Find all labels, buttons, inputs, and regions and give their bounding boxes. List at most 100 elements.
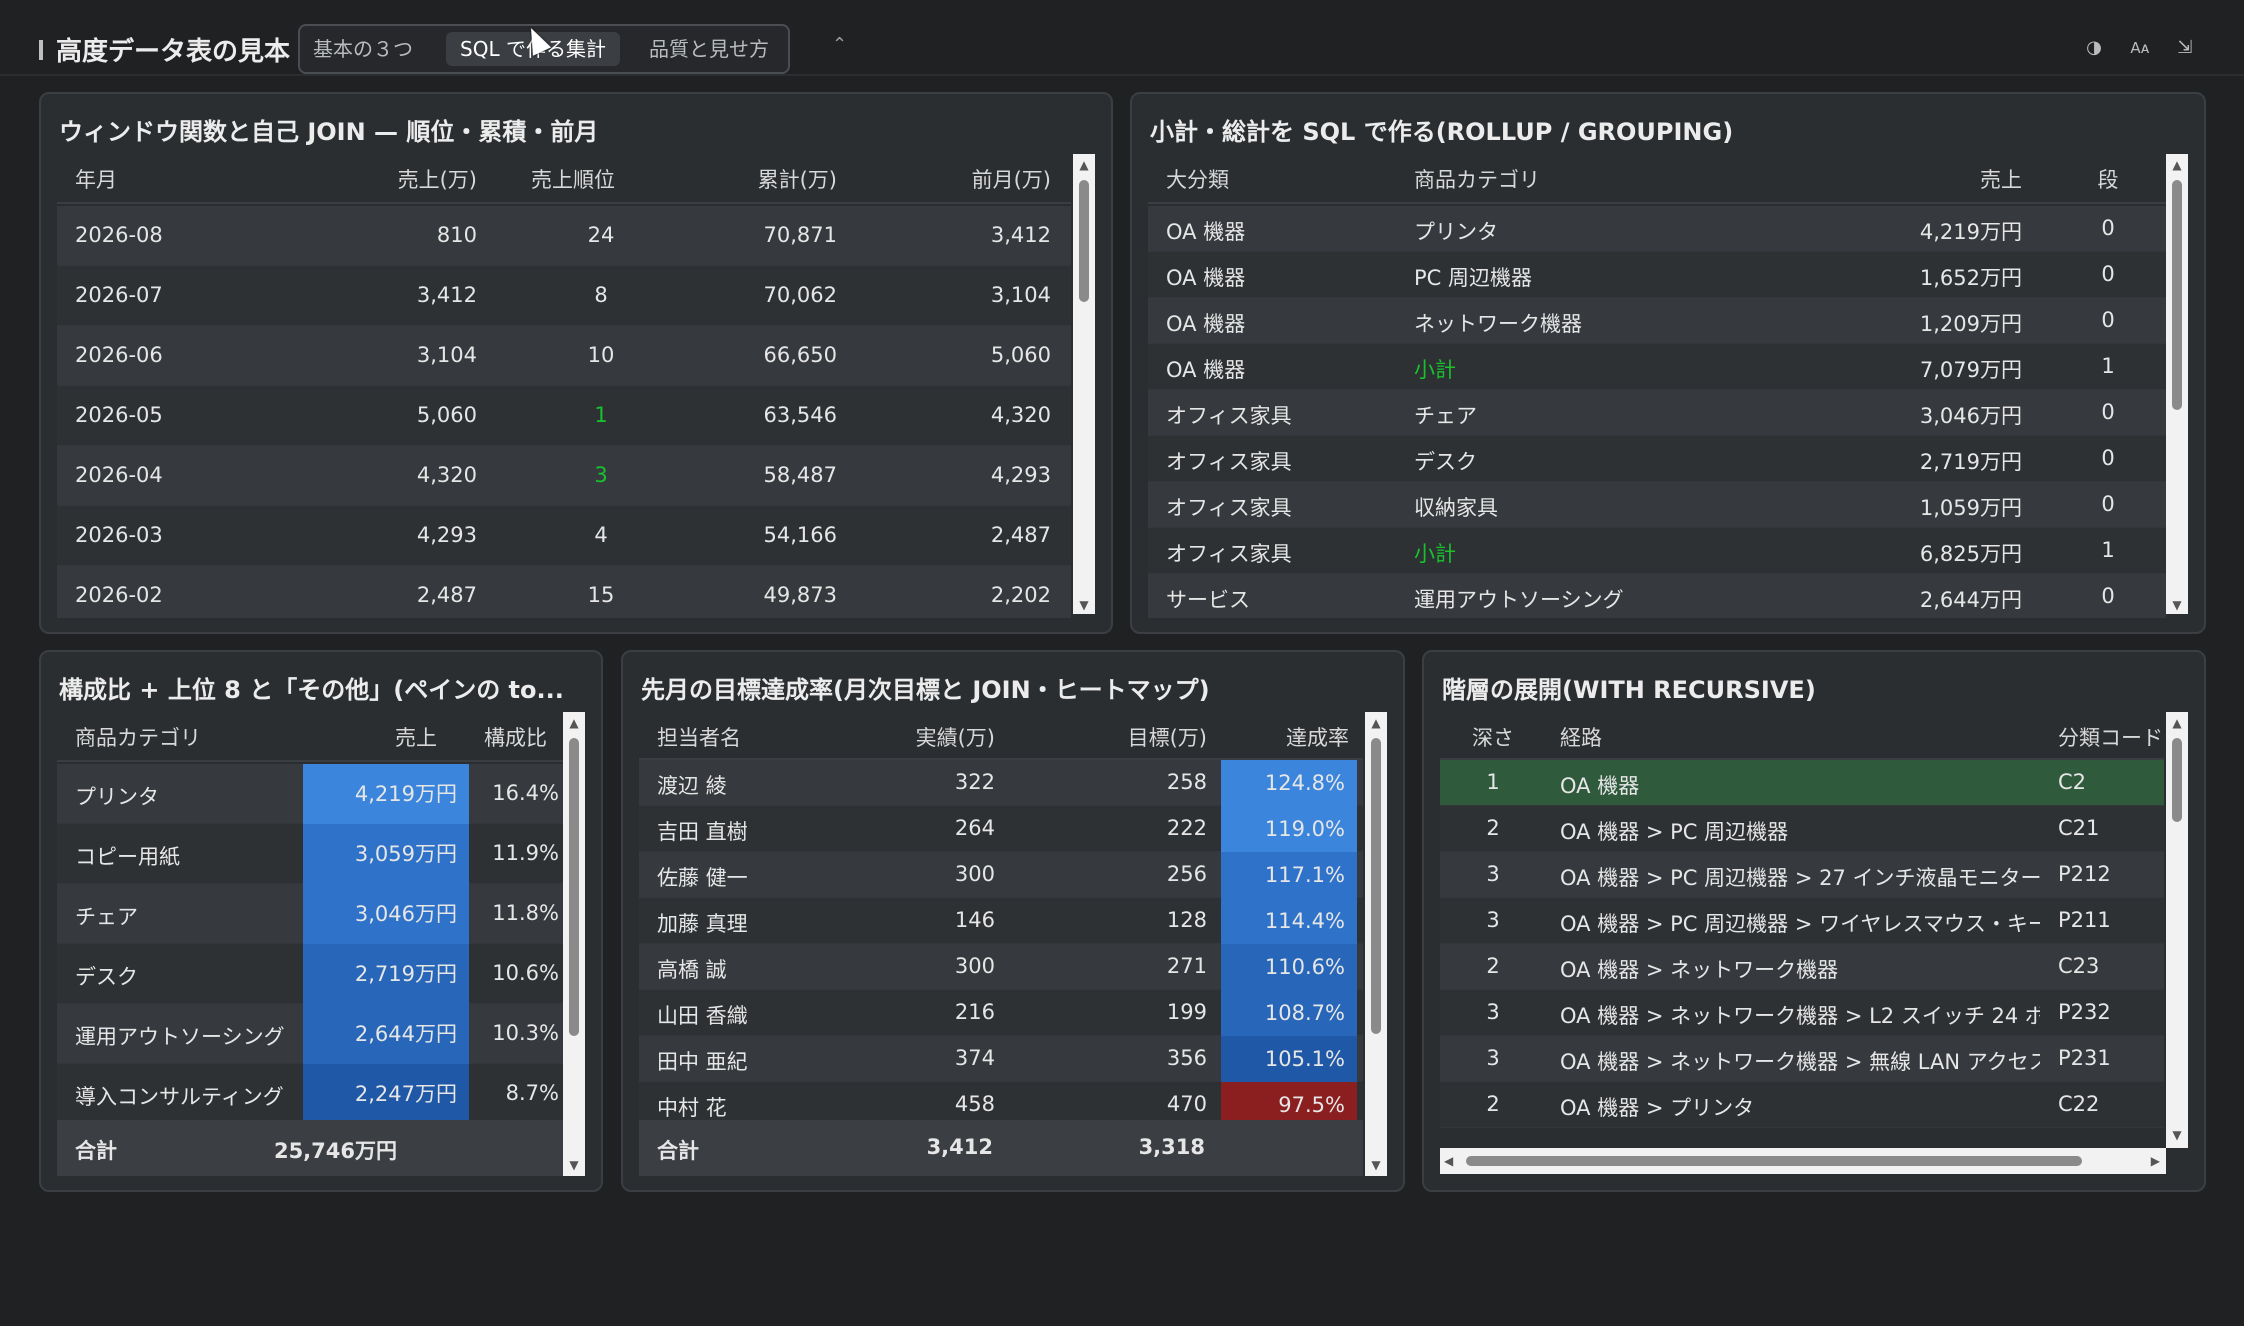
contrast-icon[interactable]: ◑ (2083, 37, 2105, 59)
scroll-up-icon[interactable]: ▲ (2170, 158, 2184, 172)
table-cell: 3,412 (990, 223, 1051, 247)
col-header[interactable]: 経路 (1560, 722, 1760, 752)
scroll-down-icon[interactable]: ▼ (2170, 1128, 2184, 1142)
scroll-right-icon[interactable]: ▶ (2151, 1154, 2160, 1168)
col-header[interactable]: 売上 (317, 722, 437, 752)
col-header[interactable]: 担当者名 (657, 722, 817, 752)
table-row[interactable]: オフィス家具 デスク 2,719万円 0 (1148, 436, 2166, 482)
col-header[interactable]: 商品カテゴリ (75, 722, 275, 752)
col-header[interactable]: 深さ (1458, 722, 1528, 752)
table-row[interactable]: 中村 花 458 470 97.5% (639, 1082, 1363, 1120)
col-header[interactable]: 段 (2078, 164, 2138, 194)
col-header[interactable]: 商品カテゴリ (1414, 164, 1654, 194)
vertical-scrollbar[interactable]: ▲ ▼ (2166, 712, 2188, 1148)
table-cell: チェア (1414, 404, 1477, 428)
table-row[interactable]: OA 機器 小計 7,079万円 1 (1148, 344, 2166, 390)
table-cell: 2026-03 (75, 523, 163, 547)
table-cell: OA 機器 > プリンタ (1560, 1096, 1755, 1120)
table-row[interactable]: 加藤 真理 146 128 114.4% (639, 898, 1363, 944)
table-row[interactable]: 3 OA 機器 > ネットワーク機器 > 無線 LAN アクセスポ... P231 (1440, 1036, 2164, 1082)
scroll-up-icon[interactable]: ▲ (567, 716, 581, 730)
scroll-down-icon[interactable]: ▼ (567, 1158, 581, 1172)
table-row[interactable]: 佐藤 健一 300 256 117.1% (639, 852, 1363, 898)
scroll-thumb[interactable] (2172, 180, 2182, 410)
col-header[interactable]: 分類コード (2058, 722, 2164, 752)
table-row[interactable]: 吉田 直樹 264 222 119.0% (639, 806, 1363, 852)
table-row[interactable]: 2026-06 3,104 10 66,650 5,060 (57, 326, 1071, 386)
tab-quality[interactable]: 品質と見せ方 (632, 32, 786, 66)
table-row[interactable]: OA 機器 ネットワーク機器 1,209万円 0 (1148, 298, 2166, 344)
scroll-up-icon[interactable]: ▲ (2170, 716, 2184, 730)
table-row[interactable]: 2026-07 3,412 8 70,062 3,104 (57, 266, 1071, 326)
col-header[interactable]: 累計(万) (697, 164, 837, 194)
col-header[interactable]: 年月 (75, 164, 195, 194)
table-row[interactable]: プリンタ 4,219万円 16.4% (57, 764, 563, 824)
table-row[interactable]: デスク 2,719万円 10.6% (57, 944, 563, 1004)
scroll-thumb[interactable] (1079, 180, 1089, 302)
col-header[interactable]: 達成率 (1229, 722, 1349, 752)
vertical-scrollbar[interactable]: ▲ ▼ (1365, 712, 1387, 1176)
collapse-icon[interactable]: ⇲ (2174, 37, 2196, 59)
table-row[interactable]: 2026-08 810 24 70,871 3,412 (57, 206, 1071, 266)
table-row[interactable]: 3 OA 機器 > PC 周辺機器 > 27 インチ液晶モニター P212 (1440, 852, 2164, 898)
tab-basics[interactable]: 基本の３つ (308, 32, 418, 66)
table-row[interactable]: オフィス家具 チェア 3,046万円 0 (1148, 390, 2166, 436)
col-header[interactable]: 売上(万) (277, 164, 477, 194)
scroll-down-icon[interactable]: ▼ (1369, 1158, 1383, 1172)
table-row[interactable]: 2026-02 2,487 15 49,873 2,202 (57, 566, 1071, 618)
table-row[interactable]: 導入コンサルティング 2,247万円 8.7% (57, 1064, 563, 1124)
scroll-thumb[interactable] (1371, 738, 1381, 1034)
table-row[interactable]: OA 機器 プリンタ 4,219万円 0 (1148, 206, 2166, 252)
col-header[interactable]: 実績(万) (839, 722, 995, 752)
table-cell: 199 (1166, 1000, 1207, 1024)
table-row[interactable]: チェア 3,046万円 11.8% (57, 884, 563, 944)
horizontal-scrollbar[interactable]: ◀ ▶ (1440, 1148, 2166, 1174)
vertical-scrollbar[interactable]: ▲ ▼ (1073, 154, 1095, 614)
table-row[interactable]: 山田 香織 216 199 108.7% (639, 990, 1363, 1036)
scroll-thumb[interactable] (569, 738, 579, 1036)
scroll-thumb[interactable] (1466, 1156, 2082, 1166)
font-size-icon[interactable]: Aᴀ (2129, 37, 2151, 59)
table-row[interactable]: オフィス家具 収納家具 1,059万円 0 (1148, 482, 2166, 528)
scroll-up-icon[interactable]: ▲ (1369, 716, 1383, 730)
col-header[interactable]: 前月(万) (877, 164, 1051, 194)
table-row[interactable]: 渡辺 綾 322 258 124.8% (639, 760, 1363, 806)
scroll-up-icon[interactable]: ▲ (1077, 158, 1091, 172)
vertical-scrollbar[interactable]: ▲ ▼ (563, 712, 585, 1176)
scroll-thumb[interactable] (2172, 738, 2182, 822)
table-row[interactable]: 高橋 誠 300 271 110.6% (639, 944, 1363, 990)
table-row[interactable]: 1 OA 機器 C2 (1440, 760, 2164, 806)
table-row[interactable]: サービス 運用アウトソーシング 2,644万円 0 (1148, 574, 2166, 618)
table-row[interactable]: 2026-04 4,320 3 58,487 4,293 (57, 446, 1071, 506)
table-row[interactable]: OA 機器 PC 周辺機器 1,652万円 0 (1148, 252, 2166, 298)
table-cell: 3,046万円 (303, 884, 469, 944)
panel-title: 階層の展開(WITH RECURSIVE) (1442, 676, 1816, 704)
vertical-scrollbar[interactable]: ▲ ▼ (2166, 154, 2188, 614)
col-header[interactable]: 売上 (1828, 164, 2022, 194)
table-cell: 2026-02 (75, 583, 163, 607)
total-label: 合計 (657, 1139, 699, 1163)
table-row[interactable]: 2 OA 機器 > PC 周辺機器 C21 (1440, 806, 2164, 852)
table-row[interactable]: 2 OA 機器 > ネットワーク機器 C23 (1440, 944, 2164, 990)
scroll-down-icon[interactable]: ▼ (2170, 598, 2184, 612)
scroll-down-icon[interactable]: ▼ (1077, 598, 1091, 612)
table-row[interactable]: コピー用紙 3,059万円 11.9% (57, 824, 563, 884)
table-row[interactable]: 2026-05 5,060 1 63,546 4,320 (57, 386, 1071, 446)
table-cell: 中村 花 (657, 1096, 727, 1120)
col-header[interactable]: 売上順位 (531, 164, 671, 194)
table-row[interactable]: 2 OA 機器 > プリンタ C22 (1440, 1082, 2164, 1128)
chevron-up-icon[interactable]: ⌃ (832, 34, 847, 55)
col-header[interactable]: 構成比 (457, 722, 547, 752)
table-cell: 2,487 (990, 523, 1051, 547)
col-header[interactable]: 大分類 (1166, 164, 1326, 194)
table-row[interactable]: 2026-03 4,293 4 54,166 2,487 (57, 506, 1071, 566)
table-row[interactable]: 運用アウトソーシング 2,644万円 10.3% (57, 1004, 563, 1064)
scroll-left-icon[interactable]: ◀ (1444, 1154, 1453, 1168)
total-row: 合計 25,746万円 (57, 1120, 563, 1176)
table-cell: 3,046万円 (1919, 404, 2022, 428)
table-row[interactable]: オフィス家具 小計 6,825万円 1 (1148, 528, 2166, 574)
table-row[interactable]: 3 OA 機器 > PC 周辺機器 > ワイヤレスマウス・キーボ... P211 (1440, 898, 2164, 944)
table-row[interactable]: 田中 亜紀 374 356 105.1% (639, 1036, 1363, 1082)
table-row[interactable]: 3 OA 機器 > ネットワーク機器 > L2 スイッチ 24 ポート P232 (1440, 990, 2164, 1036)
col-header[interactable]: 目標(万) (1019, 722, 1207, 752)
